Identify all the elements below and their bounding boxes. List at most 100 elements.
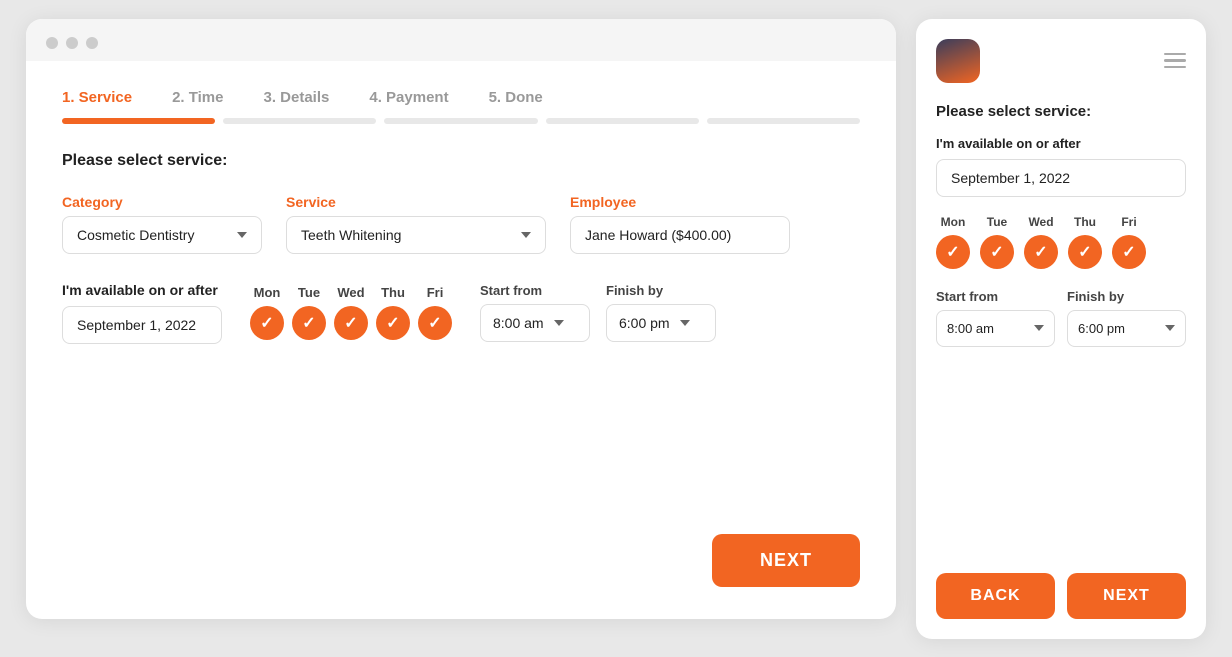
right-time-row: Start from 8:00 am Finish by 6:00 pm — [936, 289, 1186, 347]
right-start-value: 8:00 am — [947, 321, 994, 336]
right-finish-label: Finish by — [1067, 289, 1186, 304]
day-wed-label: Wed — [337, 285, 364, 300]
category-field-group: Category Cosmetic Dentistry — [62, 194, 262, 254]
right-day-wed-check[interactable]: ✓ — [1024, 235, 1058, 269]
category-label: Category — [62, 194, 262, 210]
right-day-tue-label: Tue — [987, 215, 1007, 229]
service-label: Service — [286, 194, 546, 210]
right-day-thu: Thu ✓ — [1068, 215, 1102, 269]
avail-date-group: I'm available on or after September 1, 2… — [62, 282, 222, 344]
step-3: 3. Details — [263, 89, 329, 106]
day-thu-check[interactable]: ✓ — [376, 306, 410, 340]
section-title: Please select service: — [62, 152, 860, 170]
right-day-fri-check[interactable]: ✓ — [1112, 235, 1146, 269]
window-dot-green — [86, 37, 98, 49]
right-day-fri: Fri ✓ — [1112, 215, 1146, 269]
step-1: 1. Service — [62, 89, 132, 106]
right-day-tue-check[interactable]: ✓ — [980, 235, 1014, 269]
right-start-time-group: Start from 8:00 am — [936, 289, 1055, 347]
day-tue: Tue ✓ — [292, 285, 326, 340]
service-field-group: Service Teeth Whitening — [286, 194, 546, 254]
service-value: Teeth Whitening — [301, 227, 401, 243]
day-thu: Thu ✓ — [376, 285, 410, 340]
right-day-fri-label: Fri — [1121, 215, 1136, 229]
days-group: Mon ✓ Tue ✓ Wed ✓ Thu ✓ — [250, 285, 452, 340]
right-day-mon-check[interactable]: ✓ — [936, 235, 970, 269]
progress-bar-1 — [62, 118, 215, 124]
window-controls — [26, 19, 896, 61]
day-fri-label: Fri — [427, 285, 444, 300]
chevron-down-icon — [521, 232, 531, 238]
start-time-group: Start from 8:00 am — [480, 283, 590, 342]
progress-bars — [62, 118, 860, 124]
right-day-mon-label: Mon — [941, 215, 966, 229]
service-select[interactable]: Teeth Whitening — [286, 216, 546, 254]
progress-bar-5 — [707, 118, 860, 124]
category-select[interactable]: Cosmetic Dentistry — [62, 216, 262, 254]
day-tue-check[interactable]: ✓ — [292, 306, 326, 340]
finish-time-label: Finish by — [606, 283, 716, 298]
day-thu-label: Thu — [381, 285, 405, 300]
right-start-time-select[interactable]: 8:00 am — [936, 310, 1055, 347]
day-wed-check[interactable]: ✓ — [334, 306, 368, 340]
hamburger-line-2 — [1164, 59, 1186, 62]
employee-label: Employee — [570, 194, 790, 210]
finish-time-group: Finish by 6:00 pm — [606, 283, 716, 342]
finish-time-select[interactable]: 6:00 pm — [606, 304, 716, 342]
start-time-value: 8:00 am — [493, 315, 544, 331]
employee-value: Jane Howard ($400.00) — [570, 216, 790, 254]
right-finish-value: 6:00 pm — [1078, 321, 1125, 336]
right-section-title: Please select service: — [936, 103, 1186, 120]
day-mon-label: Mon — [254, 285, 281, 300]
step-5: 5. Done — [489, 89, 543, 106]
right-day-wed-label: Wed — [1028, 215, 1053, 229]
progress-bar-2 — [223, 118, 376, 124]
right-next-button[interactable]: NEXT — [1067, 573, 1186, 619]
right-date-input[interactable]: September 1, 2022 — [936, 159, 1186, 197]
next-button[interactable]: NEXT — [712, 534, 860, 587]
right-finish-time-select[interactable]: 6:00 pm — [1067, 310, 1186, 347]
right-start-label: Start from — [936, 289, 1055, 304]
chevron-down-icon — [237, 232, 247, 238]
back-button[interactable]: BACK — [936, 573, 1055, 619]
chevron-down-icon — [1165, 325, 1175, 331]
day-wed: Wed ✓ — [334, 285, 368, 340]
hamburger-line-1 — [1164, 53, 1186, 56]
chevron-down-icon — [554, 320, 564, 326]
day-fri: Fri ✓ — [418, 285, 452, 340]
chevron-down-icon — [680, 320, 690, 326]
hamburger-line-3 — [1164, 66, 1186, 69]
start-time-select[interactable]: 8:00 am — [480, 304, 590, 342]
app-icon — [936, 39, 980, 83]
right-days-row: Mon ✓ Tue ✓ Wed ✓ Thu ✓ Fri ✓ — [936, 215, 1186, 269]
category-value: Cosmetic Dentistry — [77, 227, 194, 243]
day-fri-check[interactable]: ✓ — [418, 306, 452, 340]
step-2: 2. Time — [172, 89, 223, 106]
right-panel: Please select service: I'm available on … — [916, 19, 1206, 639]
window-dot-yellow — [66, 37, 78, 49]
main-booking-panel: 1. Service 2. Time 3. Details 4. Payment… — [26, 19, 896, 619]
time-group: Start from 8:00 am Finish by 6:00 pm — [480, 283, 716, 342]
day-mon: Mon ✓ — [250, 285, 284, 340]
window-dot-red — [46, 37, 58, 49]
step-4: 4. Payment — [369, 89, 448, 106]
right-avail-label: I'm available on or after — [936, 136, 1186, 151]
start-time-label: Start from — [480, 283, 590, 298]
progress-bar-4 — [546, 118, 699, 124]
right-day-wed: Wed ✓ — [1024, 215, 1058, 269]
progress-bar-3 — [384, 118, 537, 124]
chevron-down-icon — [1034, 325, 1044, 331]
day-mon-check[interactable]: ✓ — [250, 306, 284, 340]
hamburger-menu-icon[interactable] — [1164, 53, 1186, 69]
right-header — [936, 39, 1186, 83]
avail-date-input[interactable]: September 1, 2022 — [62, 306, 222, 344]
avail-label: I'm available on or after — [62, 282, 222, 298]
right-finish-time-group: Finish by 6:00 pm — [1067, 289, 1186, 347]
fields-row: Category Cosmetic Dentistry Service Teet… — [62, 194, 860, 254]
right-bottom-buttons: BACK NEXT — [936, 573, 1186, 619]
progress-steps: 1. Service 2. Time 3. Details 4. Payment… — [62, 89, 860, 106]
day-tue-label: Tue — [298, 285, 320, 300]
right-day-thu-check[interactable]: ✓ — [1068, 235, 1102, 269]
right-day-tue: Tue ✓ — [980, 215, 1014, 269]
employee-field-group: Employee Jane Howard ($400.00) — [570, 194, 790, 254]
